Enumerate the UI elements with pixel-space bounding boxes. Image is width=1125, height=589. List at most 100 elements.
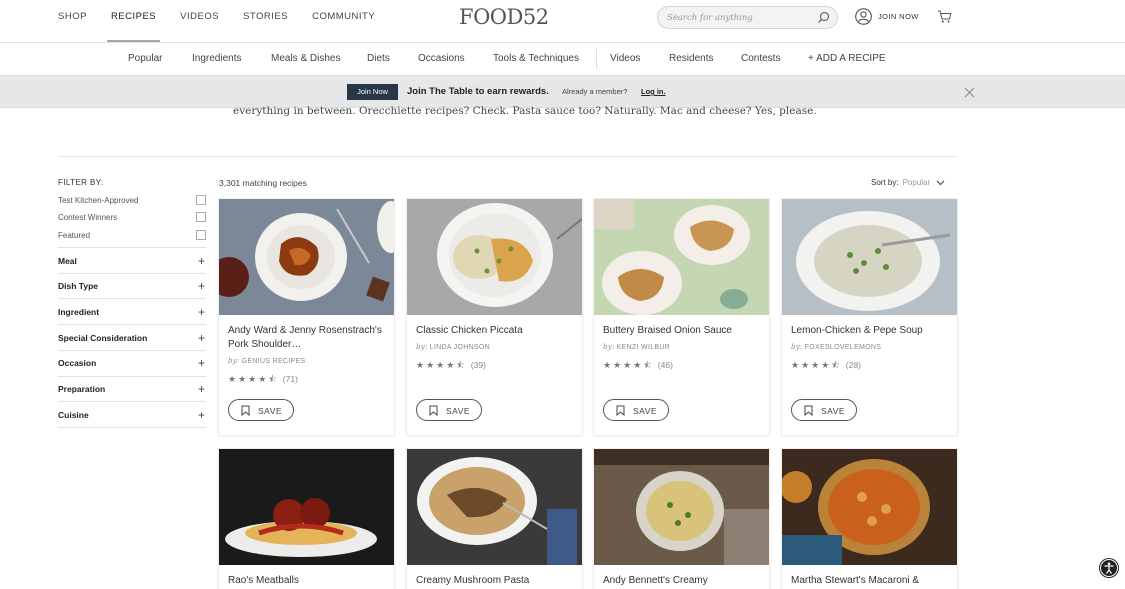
recipe-author[interactable]: by: GENIUS RECIPES <box>228 357 305 365</box>
expand-plus-icon[interactable]: + <box>198 356 205 370</box>
nav-community[interactable]: COMMUNITY <box>312 0 375 42</box>
rating-stars: ★★★★⯪ (46) <box>603 360 673 370</box>
filter-contest-winners[interactable]: Contest Winners <box>58 212 206 224</box>
join-now-button[interactable]: Join Now <box>347 84 398 100</box>
sort-dropdown[interactable]: Sort by: Popular <box>871 178 945 187</box>
recipe-card[interactable]: Buttery Braised Onion Sauce by: KENZI WIL… <box>594 199 769 435</box>
section-divider <box>58 156 956 157</box>
recipe-title[interactable]: Creamy Mushroom Pasta <box>416 574 574 588</box>
recipe-image[interactable] <box>407 449 582 565</box>
bookmark-icon <box>804 405 813 416</box>
save-label: SAVE <box>258 406 283 416</box>
expand-plus-icon[interactable]: + <box>198 408 205 422</box>
close-icon[interactable] <box>964 87 975 98</box>
save-button[interactable]: SAVE <box>603 399 669 421</box>
filter-label: Test Kitchen-Approved <box>58 196 139 205</box>
recipe-card[interactable]: Lemon-Chicken & Pepe Soup by: FOXESLOVELE… <box>782 199 957 435</box>
recipe-title[interactable]: Andy Ward & Jenny Rosenstrach's Pork Sho… <box>228 324 386 352</box>
recipe-author[interactable]: by: LINDA JOHNSON <box>416 343 490 351</box>
search-icon[interactable] <box>817 11 830 24</box>
nav-shop[interactable]: SHOP <box>58 0 87 42</box>
rating-stars: ★★★★⯪ (28) <box>791 360 861 370</box>
recipe-title[interactable]: Rao's Meatballs <box>228 574 386 588</box>
recipe-card[interactable]: Classic Chicken Piccata by: LINDA JOHNSON… <box>407 199 582 435</box>
filter-test-kitchen[interactable]: Test Kitchen-Approved <box>58 195 206 207</box>
author-name: KENZI WILBUR <box>616 344 671 351</box>
facet-meal[interactable]: Meal + <box>58 254 206 268</box>
facet-occasion[interactable]: Occasion + <box>58 356 206 370</box>
review-count: (71) <box>282 374 298 384</box>
cart-button[interactable] <box>937 9 952 29</box>
accessibility-button[interactable] <box>1099 558 1119 578</box>
recipe-title[interactable]: Martha Stewart's Macaroni & <box>791 574 949 588</box>
subnav-videos[interactable]: Videos <box>610 53 640 64</box>
save-label: SAVE <box>446 406 471 416</box>
filter-checkbox[interactable] <box>196 212 206 222</box>
join-now-link[interactable]: JOIN NOW <box>855 8 919 25</box>
food52-logo[interactable]: FOOD52 <box>459 5 549 29</box>
recipe-image[interactable] <box>782 449 957 565</box>
recipe-card[interactable]: Rao's Meatballs <box>219 449 394 589</box>
expand-plus-icon[interactable]: + <box>198 331 205 345</box>
facet-preparation[interactable]: Preparation + <box>58 382 206 396</box>
recipe-title[interactable]: Buttery Braised Onion Sauce <box>603 324 761 338</box>
facet-label: Cuisine <box>58 410 89 420</box>
recipe-card[interactable]: Martha Stewart's Macaroni & <box>782 449 957 589</box>
filter-checkbox[interactable] <box>196 230 206 240</box>
recipe-card[interactable]: Andy Bennett's Creamy <box>594 449 769 589</box>
subnav-contests[interactable]: Contests <box>741 53 780 64</box>
recipe-title[interactable]: Lemon-Chicken & Pepe Soup <box>791 324 949 338</box>
sort-label: Sort by: <box>871 178 899 187</box>
login-link[interactable]: Log in. <box>641 87 666 96</box>
subnav-residents[interactable]: Residents <box>669 53 713 64</box>
banner-message: Join The Table to earn rewards. <box>407 86 549 97</box>
recipe-image[interactable] <box>594 199 769 315</box>
save-button[interactable]: SAVE <box>791 399 857 421</box>
expand-plus-icon[interactable]: + <box>198 279 205 293</box>
filter-checkbox[interactable] <box>196 195 206 205</box>
filter-divider <box>58 273 206 274</box>
expand-plus-icon[interactable]: + <box>198 382 205 396</box>
nav-videos[interactable]: VIDEOS <box>180 0 219 42</box>
filter-divider <box>58 247 206 248</box>
save-button[interactable]: SAVE <box>228 399 294 421</box>
recipe-image[interactable] <box>782 199 957 315</box>
filter-featured[interactable]: Featured <box>58 230 206 242</box>
recipe-image[interactable] <box>219 449 394 565</box>
nav-stories[interactable]: STORIES <box>243 0 288 42</box>
recipe-image[interactable] <box>407 199 582 315</box>
subnav-popular[interactable]: Popular <box>128 53 162 64</box>
subnav-tools-techniques[interactable]: Tools & Techniques <box>493 53 579 64</box>
filter-divider <box>58 350 206 351</box>
recipe-author[interactable]: by: FOXESLOVELEMONS <box>791 343 881 351</box>
filter-title: FILTER BY: <box>58 178 104 187</box>
subnav-occasions[interactable]: Occasions <box>418 53 465 64</box>
facet-ingredient[interactable]: Ingredient + <box>58 305 206 319</box>
bookmark-icon <box>429 405 438 416</box>
expand-plus-icon[interactable]: + <box>198 254 205 268</box>
cart-icon <box>938 10 952 23</box>
subnav-diets[interactable]: Diets <box>367 53 390 64</box>
subnav-meals-dishes[interactable]: Meals & Dishes <box>271 53 340 64</box>
save-button[interactable]: SAVE <box>416 399 482 421</box>
nav-recipes[interactable]: RECIPES <box>106 0 161 42</box>
recipe-card[interactable]: Creamy Mushroom Pasta <box>407 449 582 589</box>
recipe-image[interactable] <box>594 449 769 565</box>
facet-label: Occasion <box>58 358 97 368</box>
facet-dish-type[interactable]: Dish Type + <box>58 279 206 293</box>
recipe-author[interactable]: by: KENZI WILBUR <box>603 343 670 351</box>
join-now-label: JOIN NOW <box>878 12 919 21</box>
subnav-ingredients[interactable]: Ingredients <box>192 53 241 64</box>
recipe-title[interactable]: Andy Bennett's Creamy <box>603 574 761 588</box>
facet-cuisine[interactable]: Cuisine + <box>58 408 206 422</box>
expand-plus-icon[interactable]: + <box>198 305 205 319</box>
rating-stars: ★★★★⯪ (39) <box>416 360 486 370</box>
facet-label: Dish Type <box>58 281 98 291</box>
recipe-title[interactable]: Classic Chicken Piccata <box>416 324 574 338</box>
recipe-card[interactable]: Andy Ward & Jenny Rosenstrach's Pork Sho… <box>219 199 394 435</box>
bookmark-icon <box>616 405 625 416</box>
subnav-add-recipe[interactable]: + ADD A RECIPE <box>808 53 886 64</box>
search-bar[interactable]: Search for anything <box>657 6 838 29</box>
recipe-image[interactable] <box>219 199 394 315</box>
facet-special-consideration[interactable]: Special Consideration + <box>58 331 206 345</box>
